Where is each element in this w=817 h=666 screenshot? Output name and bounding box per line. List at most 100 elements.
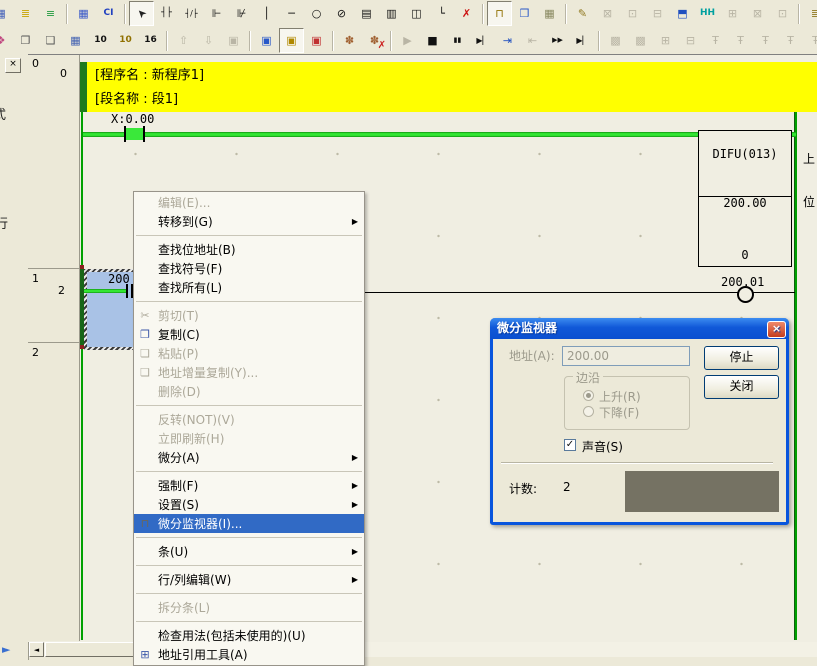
- menu-item-find-all[interactable]: 查找所有(L): [134, 278, 364, 297]
- difu-operand: 200.00: [699, 196, 791, 210]
- menu-item-find-bit-address[interactable]: 查找位地址(B): [134, 240, 364, 259]
- work-online-icon[interactable]: ▣: [254, 28, 279, 53]
- scan-run-icon[interactable]: ▶▏: [570, 28, 595, 53]
- pause-hand-icon[interactable]: ✽: [337, 28, 362, 53]
- right-annotation-2: 位: [803, 193, 815, 210]
- delete-icon[interactable]: ✗: [454, 1, 479, 26]
- menu-item-go-to[interactable]: 转移到(G)▶: [134, 212, 364, 231]
- menu-separator: [136, 235, 362, 236]
- menu-item-differential-monitor[interactable]: ⊓微分监视器(I)...: [134, 514, 364, 533]
- trace2-icon: ▩: [628, 28, 653, 53]
- monitor-decimal-icon[interactable]: 10: [88, 28, 113, 53]
- section-name-comment: [段名称 : 段1]: [95, 88, 817, 112]
- output-coil[interactable]: [737, 286, 754, 303]
- new-contact-icon[interactable]: ┤├: [154, 1, 179, 26]
- instruction-box-icon[interactable]: ◫: [404, 1, 429, 26]
- new-or-contact-icon[interactable]: ⊩: [204, 1, 229, 26]
- monitor-mode-icon[interactable]: ▣: [279, 28, 304, 53]
- step-run-icon[interactable]: ▶▏: [470, 28, 495, 53]
- menu-item-copy[interactable]: ❐复制(C): [134, 325, 364, 344]
- new-coil-icon[interactable]: ○: [304, 1, 329, 26]
- menu-item-address-reference-tool[interactable]: ⊞地址引用工具(A): [134, 645, 364, 664]
- connect-line-icon[interactable]: └: [429, 1, 454, 26]
- cross-reference-icon[interactable]: ▦: [63, 28, 88, 53]
- rung-divider: [28, 342, 79, 343]
- menu-item-address-increment-copy: ❏地址增量复制(Y)...: [134, 363, 364, 382]
- select-mode-icon[interactable]: ➤: [129, 1, 154, 26]
- new-closed-contact-icon[interactable]: ┤/├: [179, 1, 204, 26]
- simulator-icon[interactable]: ▦: [537, 1, 562, 26]
- contact-energized-fill[interactable]: [126, 128, 143, 140]
- dialog-titlebar[interactable]: 微分监视器 ×: [490, 318, 789, 339]
- monitor-stop-icon[interactable]: ▣: [304, 28, 329, 53]
- watch-window-icon[interactable]: HH: [695, 1, 720, 26]
- clipped-left2-icon[interactable]: ❖: [0, 28, 13, 53]
- diff-trace3-icon: Ŧ: [753, 28, 778, 53]
- rung-comment-block[interactable]: [程序名 : 新程序1] [段名称 : 段1]: [87, 62, 817, 112]
- toolbar-row-1: ▦≣≡▦CI➤┤├┤/├⊩⊮│─○⊘▤▥◫└✗⊓❒▦✎⊠⊡⊟⬒HH⊞⊠⊡≣: [0, 0, 817, 28]
- scrollbar-thumb[interactable]: [45, 642, 135, 657]
- io-comment-icon[interactable]: CI: [96, 1, 121, 26]
- panel-expand-button[interactable]: ►: [2, 643, 10, 656]
- contact-bar-right: [143, 126, 145, 142]
- menu-item-set[interactable]: 设置(S)▶: [134, 495, 364, 514]
- menu-item-label: 设置(S): [156, 496, 352, 513]
- clipped-left-icon[interactable]: ▦: [0, 1, 13, 26]
- rung1-power-segment: [84, 289, 126, 293]
- new-closed-coil-icon[interactable]: ⊘: [329, 1, 354, 26]
- new-instruction-icon[interactable]: ▤: [354, 1, 379, 26]
- menu-item-label: 微分监视器(I)...: [156, 515, 358, 532]
- stop-button[interactable]: 停止: [704, 346, 779, 370]
- differential-monitor-toolbar-icon[interactable]: ⊓: [487, 1, 512, 26]
- no-pause-hand-icon[interactable]: ✽✗: [362, 28, 387, 53]
- block-program-icon[interactable]: ⬒: [670, 1, 695, 26]
- menu-item-split-rung: 拆分条(L): [134, 598, 364, 617]
- rung0-step: 0: [60, 67, 67, 80]
- panel-text-fragment-2: 行: [0, 213, 8, 232]
- online-edit-icon[interactable]: ✎: [570, 1, 595, 26]
- output-window-icon[interactable]: ❑: [38, 28, 63, 53]
- panel-close-button[interactable]: ×: [5, 58, 21, 73]
- dialog-title: 微分监视器: [497, 321, 557, 335]
- instruction-detail-icon[interactable]: ▥: [379, 1, 404, 26]
- stop-icon[interactable]: ■: [420, 28, 445, 53]
- menu-item-check-usage[interactable]: 检查用法(包括未使用的)(U): [134, 626, 364, 645]
- zoom-icon: ▣: [221, 28, 246, 53]
- sound-checkbox[interactable]: ✓: [564, 439, 576, 451]
- close-button[interactable]: 关闭: [704, 375, 779, 399]
- view-diagram-icon[interactable]: ≣: [13, 1, 38, 26]
- scroll-left-button[interactable]: ◄: [29, 642, 44, 657]
- menu-item-differentiate[interactable]: 微分(A)▶: [134, 448, 364, 467]
- menu-item-force[interactable]: 强制(F)▶: [134, 476, 364, 495]
- symbol-table-icon[interactable]: ▦: [71, 1, 96, 26]
- new-vertical-line-icon[interactable]: │: [254, 1, 279, 26]
- comment-marker-bar: [80, 62, 87, 112]
- transfer-icon[interactable]: ❒: [512, 1, 537, 26]
- menu-item-paste: ❏粘贴(P): [134, 344, 364, 363]
- continuous-step-icon[interactable]: ▶▶: [545, 28, 570, 53]
- dialog-close-button[interactable]: ×: [767, 321, 786, 338]
- menu-item-rung[interactable]: 条(U)▶: [134, 542, 364, 561]
- monitor-signed-decimal-icon[interactable]: 10: [113, 28, 138, 53]
- menu-item-label: 剪切(T): [156, 307, 358, 324]
- new-horizontal-line-icon[interactable]: ─: [279, 1, 304, 26]
- difu-instruction-block[interactable]: DIFU(013) 200.00 0: [698, 130, 792, 267]
- differential-monitor-dialog: 微分监视器 × 地址(A): 200.00 停止 关闭 边沿 上升(R) 下降(…: [490, 318, 789, 525]
- clipped-right-icon[interactable]: ≣: [803, 1, 817, 26]
- program-name-comment: [程序名 : 新程序1]: [95, 64, 817, 88]
- menu-item-invert-not: 反转(NOT)(V): [134, 410, 364, 429]
- step-out-icon: ⇤: [520, 28, 545, 53]
- menu-item-row-column-edit[interactable]: 行/列编辑(W)▶: [134, 570, 364, 589]
- new-closed-or-contact-icon[interactable]: ⊮: [229, 1, 254, 26]
- diff-trace5-icon: Ŧ: [803, 28, 817, 53]
- submenu-arrow-icon: ▶: [352, 500, 364, 509]
- menu-item-label: 编辑(E)...: [156, 194, 358, 211]
- pause-icon[interactable]: ▮▮: [445, 28, 470, 53]
- monitor-hex-icon[interactable]: 16: [138, 28, 163, 53]
- view-mnemonics-icon[interactable]: ≡: [38, 1, 63, 26]
- workspace-icon[interactable]: ❐: [13, 28, 38, 53]
- menu-separator: [136, 301, 362, 302]
- step-in-icon[interactable]: ⇥: [495, 28, 520, 53]
- menu-item-label: 复制(C): [156, 326, 358, 343]
- menu-item-find-symbol[interactable]: 查找符号(F): [134, 259, 364, 278]
